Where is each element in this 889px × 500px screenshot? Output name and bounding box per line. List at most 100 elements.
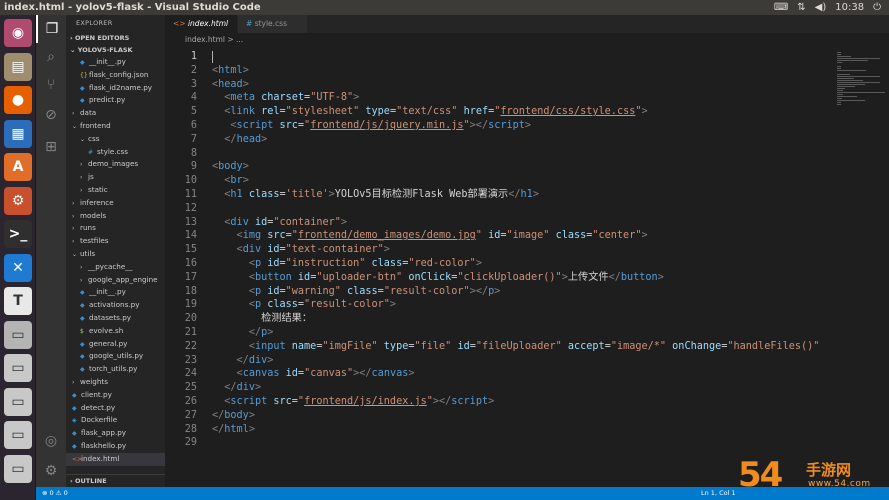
code-line[interactable]: 1 xyxy=(165,50,889,64)
code-line[interactable]: 8 xyxy=(165,147,889,161)
writer-icon[interactable]: ▦ xyxy=(4,119,32,148)
software-center-icon[interactable]: A xyxy=(4,153,32,181)
vscode-icon[interactable]: ✕ xyxy=(4,253,32,282)
folder-item[interactable]: › testfiles xyxy=(66,235,165,248)
code-line[interactable]: 4 <meta charset="UTF-8"> xyxy=(165,91,889,105)
code-line[interactable]: 7 </head> xyxy=(165,133,889,147)
code-line[interactable]: 5 <link rel="stylesheet" type="text/css"… xyxy=(165,105,889,119)
file-item[interactable]: ◆ detect.py xyxy=(66,402,165,415)
account-icon[interactable]: ◎ xyxy=(36,427,66,455)
code-line[interactable]: 11 <h1 class='title'>YOLOv5目标检测Flask Web… xyxy=(165,188,889,202)
code-line[interactable]: 2 <html> xyxy=(165,64,889,78)
code-line[interactable]: 22 <input name="imgFile" type="file" id=… xyxy=(165,340,889,354)
minimap[interactable] xyxy=(835,47,889,487)
file-item[interactable]: ◆ general.py xyxy=(66,338,165,351)
terminal-icon[interactable]: >_ xyxy=(4,220,32,248)
code-line[interactable]: 15 <div id="text-container"> xyxy=(165,243,889,257)
code-line[interactable]: 29 xyxy=(165,436,889,450)
extensions-icon[interactable]: ⊞ xyxy=(36,133,66,161)
ubuntu-icon[interactable]: ◉ xyxy=(4,19,32,47)
file-item[interactable]: ◆ __init__.py xyxy=(66,56,165,69)
problems-status[interactable]: ⊗ 0 ⚠ 0 xyxy=(42,487,68,500)
tab-style-css[interactable]: # style.css xyxy=(238,15,308,33)
folder-item[interactable]: › __pycache__ xyxy=(66,261,165,274)
folder-item[interactable]: › models xyxy=(66,210,165,223)
folder-item[interactable]: ⌄ css xyxy=(66,133,165,146)
code-line[interactable]: 9 <body> xyxy=(165,160,889,174)
code-line[interactable]: 16 <p id="instruction" class="red-color"… xyxy=(165,257,889,271)
file-item[interactable]: ◆ google_utils.py xyxy=(66,350,165,363)
file-item[interactable]: ◈ Dockerfile xyxy=(66,414,165,427)
code-line[interactable]: 6 <script src="frontend/js/jquery.min.js… xyxy=(165,119,889,133)
outline-section[interactable]: › OUTLINE xyxy=(66,474,165,487)
folder-item[interactable]: › data xyxy=(66,107,165,120)
drive-icon-5[interactable]: ▭ xyxy=(4,454,32,483)
manage-gear-icon[interactable]: ⚙ xyxy=(36,457,66,485)
open-editors-section[interactable]: › OPEN EDITORS xyxy=(66,32,165,44)
cursor-position[interactable]: Ln 1, Col 1 xyxy=(701,487,736,500)
file-item[interactable]: $ evolve.sh xyxy=(66,325,165,338)
file-item[interactable]: ◆ flaskhello.py xyxy=(66,440,165,453)
folder-item[interactable]: ⌄ utils xyxy=(66,248,165,261)
firefox-icon[interactable]: ● xyxy=(4,86,32,114)
settings-icon[interactable]: ⚙ xyxy=(4,186,32,215)
volume-icon[interactable]: ◀) xyxy=(815,0,827,15)
drive-icon-4[interactable]: ▭ xyxy=(4,421,32,449)
file-item[interactable]: ◆ flask_app.py xyxy=(66,427,165,440)
folder-item[interactable]: › static xyxy=(66,184,165,197)
folder-item[interactable]: › js xyxy=(66,171,165,184)
debug-icon[interactable]: ⊘ xyxy=(36,101,66,129)
code-line[interactable]: 27 </body> xyxy=(165,409,889,423)
explorer-files-icon[interactable]: ❐ xyxy=(36,15,66,43)
code-line[interactable]: 21 </p> xyxy=(165,326,889,340)
tab-index-html[interactable]: <> index.html ✕ xyxy=(165,15,238,46)
code-line[interactable]: 14 <img src="frontend/demo_images/demo.j… xyxy=(165,229,889,243)
drive-icon[interactable]: ▭ xyxy=(4,320,32,349)
power-icon[interactable]: ⏻ xyxy=(873,0,881,15)
file-item[interactable]: ◆ predict.py xyxy=(66,94,165,107)
file-item[interactable]: <>index.html xyxy=(66,452,165,466)
search-icon[interactable]: ⌕ xyxy=(36,43,66,71)
folder-item[interactable]: › runs xyxy=(66,222,165,235)
file-item[interactable]: ◆ client.py xyxy=(66,389,165,402)
code-text: <input name="imgFile" type="file" id="fi… xyxy=(248,340,820,352)
file-item[interactable]: ◆ activations.py xyxy=(66,299,165,312)
network-icon[interactable]: ⇅ xyxy=(797,0,805,15)
typora-icon[interactable]: T xyxy=(4,287,32,315)
keyboard-icon[interactable]: ⌨ xyxy=(774,0,788,15)
line-number: 1 xyxy=(190,51,197,62)
file-item[interactable]: ◆ __init__.py xyxy=(66,286,165,299)
folder-item[interactable]: ⌄ frontend xyxy=(66,120,165,133)
py-file-icon: ◆ xyxy=(72,391,77,399)
code-line[interactable]: 13 <div id="container"> xyxy=(165,216,889,230)
code-line[interactable]: 23 </div> xyxy=(165,354,889,368)
root-folder-section[interactable]: ⌄ YOLOV5-FLASK xyxy=(66,44,165,56)
code-line[interactable]: 12 xyxy=(165,202,889,216)
breadcrumb[interactable]: index.html > ... xyxy=(165,33,889,47)
clock[interactable]: 10:38 xyxy=(835,0,864,15)
file-item[interactable]: # style.css xyxy=(66,146,165,159)
drive-icon-2[interactable]: ▭ xyxy=(4,354,32,382)
code-line[interactable]: 17 <button id="uploader-btn" onClick="cl… xyxy=(165,271,889,285)
files-icon[interactable]: ▤ xyxy=(4,52,32,81)
code-line[interactable]: 19 <p class="result-color"> xyxy=(165,298,889,312)
folder-item[interactable]: › inference xyxy=(66,197,165,210)
folder-item[interactable]: › google_app_engine xyxy=(66,274,165,287)
code-line[interactable]: 3 <head> xyxy=(165,78,889,92)
drive-icon-3[interactable]: ▭ xyxy=(4,387,32,416)
file-item[interactable]: ◆ torch_utils.py xyxy=(66,363,165,376)
file-item[interactable]: ◆ datasets.py xyxy=(66,312,165,325)
file-item[interactable]: {}flask_config.json xyxy=(66,69,165,82)
code-line[interactable]: 26 <script src="frontend/js/index.js"></… xyxy=(165,395,889,409)
code-line[interactable]: 18 <p id="warning" class="result-color">… xyxy=(165,285,889,299)
source-control-icon[interactable]: ⑂ xyxy=(36,71,66,99)
code-line[interactable]: 10 <br> xyxy=(165,174,889,188)
folder-item[interactable]: › weights xyxy=(66,376,165,389)
file-item[interactable]: ◆ flask_id2name.py xyxy=(66,82,165,95)
code-line[interactable]: 20 检测结果： xyxy=(165,312,889,326)
folder-item[interactable]: › demo_images xyxy=(66,158,165,171)
code-line[interactable]: 28 </html> xyxy=(165,423,889,437)
code-line[interactable]: 25 </div> xyxy=(165,381,889,395)
code-editor[interactable]: 1 2 <html> 3 <head> 4 <meta charset="UTF-8"> 5… xyxy=(165,47,889,487)
code-line[interactable]: 24 <canvas id="canvas"></canvas> xyxy=(165,367,889,381)
